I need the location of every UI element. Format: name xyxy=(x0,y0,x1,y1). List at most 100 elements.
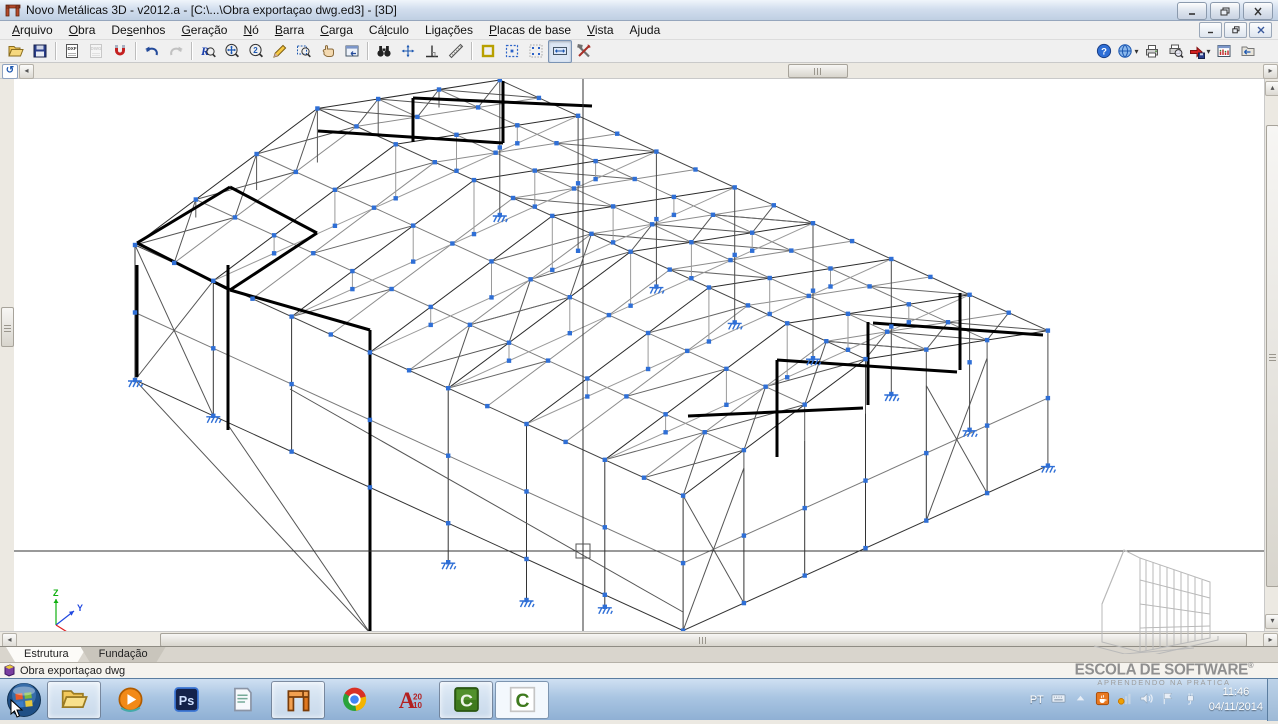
application-window: Novo Metálicas 3D - v2012.a - [C:\...\Ob… xyxy=(0,0,1278,720)
drawing-canvas[interactable]: Z Y X xyxy=(14,79,1264,631)
export-dwg-icon xyxy=(1189,43,1205,59)
tray-arrow-icon[interactable] xyxy=(1073,691,1088,709)
open-file-button[interactable] xyxy=(4,40,28,63)
magnet-icon xyxy=(112,43,128,59)
menu-carga[interactable]: Carga xyxy=(312,21,361,39)
start-button[interactable] xyxy=(6,682,42,718)
mark-zoom-button[interactable] xyxy=(268,40,292,63)
volume-icon[interactable] xyxy=(1139,691,1154,709)
menu-desenhos[interactable]: Desenhos xyxy=(103,21,173,39)
metalicas-3d-icon xyxy=(285,686,312,713)
taskbar-chrome-button[interactable] xyxy=(327,681,381,719)
media-player-icon xyxy=(117,686,144,713)
online-services-button[interactable]: ▾ xyxy=(1116,40,1140,63)
bottom-scroll-thumb[interactable] xyxy=(160,633,1247,647)
move-node-button[interactable] xyxy=(396,40,420,63)
move-node-icon xyxy=(400,43,416,59)
menu-ajuda[interactable]: Ajuda xyxy=(622,21,669,39)
menu-cálculo[interactable]: Cálculo xyxy=(361,21,417,39)
menu-obra[interactable]: Obra xyxy=(61,21,104,39)
object-snap-magnet-button[interactable] xyxy=(108,40,132,63)
close-view-button[interactable] xyxy=(1236,40,1260,63)
menu-nó[interactable]: Nó xyxy=(235,21,266,39)
zoom-ext-icon xyxy=(224,43,240,59)
taskbar-explorer-button[interactable] xyxy=(47,681,101,719)
selection-button[interactable] xyxy=(500,40,524,63)
java-icon[interactable] xyxy=(1095,691,1110,709)
language-indicator[interactable]: PT xyxy=(1030,694,1044,706)
ortho-mode-button[interactable] xyxy=(476,40,500,63)
export-drawing-button[interactable]: ▾ xyxy=(1188,40,1212,63)
drawing-window-button[interactable] xyxy=(1212,40,1236,63)
dimensions-button[interactable] xyxy=(548,40,572,63)
zoom-x2-button[interactable]: 2 xyxy=(244,40,268,63)
taskbar-photoshop-button[interactable]: Ps xyxy=(159,681,213,719)
minimize-button[interactable] xyxy=(1177,2,1207,20)
mdi-minimize-button[interactable] xyxy=(1199,22,1222,38)
measure-button[interactable] xyxy=(444,40,468,63)
keyboard-icon[interactable] xyxy=(1051,691,1066,709)
taskbar-media-player-button[interactable] xyxy=(103,681,157,719)
taskbar-autocad-button[interactable]: A2010 xyxy=(383,681,437,719)
tab-estrutura[interactable]: Estrutura xyxy=(6,647,87,662)
help-button[interactable]: ? xyxy=(1092,40,1116,63)
toolbar: DXFDWG R 2? ▾ ▾ xyxy=(0,40,1278,63)
undo-button[interactable] xyxy=(140,40,164,63)
redo-button[interactable] xyxy=(164,40,188,63)
previous-view-button[interactable] xyxy=(340,40,364,63)
binoculars-icon xyxy=(376,43,392,59)
tab-fundação[interactable]: Fundação xyxy=(81,647,166,662)
title-bar: Novo Metálicas 3D - v2012.a - [C:\...\Ob… xyxy=(0,0,1278,21)
close-button[interactable] xyxy=(1243,2,1273,20)
menu-placas-de-base[interactable]: Placas de base xyxy=(481,21,579,39)
menu-ligações[interactable]: Ligações xyxy=(417,21,481,39)
menu-barra[interactable]: Barra xyxy=(267,21,312,39)
save-button[interactable] xyxy=(28,40,52,63)
print-preview-button[interactable] xyxy=(1164,40,1188,63)
search-button[interactable] xyxy=(372,40,396,63)
show-desktop-button[interactable] xyxy=(1267,679,1278,721)
rotate-view-button[interactable]: ↺ xyxy=(2,64,18,79)
power-icon[interactable] xyxy=(1183,691,1198,709)
restore-button[interactable] xyxy=(1210,2,1240,20)
scroll-up-icon[interactable]: ▴ xyxy=(1265,81,1278,96)
sel-dotted-icon xyxy=(504,43,520,59)
toolbar-separator xyxy=(55,42,57,60)
left-scroll-thumb[interactable] xyxy=(1,307,14,347)
bottom-scrollbar: ◂ ▸ xyxy=(0,631,1278,647)
top-scroll-thumb[interactable] xyxy=(788,64,848,78)
zoom-window-button[interactable] xyxy=(292,40,316,63)
redraw-button[interactable]: R xyxy=(196,40,220,63)
zoom-extents-button[interactable] xyxy=(220,40,244,63)
flag-icon[interactable] xyxy=(1161,691,1176,709)
prev-view-icon xyxy=(344,43,360,59)
taskbar-camtasia-button[interactable]: C xyxy=(439,681,493,719)
import-dxf-button[interactable]: DXF xyxy=(60,40,84,63)
grid-button[interactable] xyxy=(524,40,548,63)
right-scroll-thumb[interactable] xyxy=(1266,125,1278,587)
mdi-restore-button[interactable] xyxy=(1224,22,1247,38)
scroll-right-icon[interactable]: ▸ xyxy=(1263,64,1278,79)
view-tabs: EstruturaFundação xyxy=(0,646,1278,662)
menu-arquivo[interactable]: Arquivo xyxy=(4,21,61,39)
pan-button[interactable] xyxy=(316,40,340,63)
scroll-left-icon[interactable]: ◂ xyxy=(19,64,34,79)
export-dxf-button[interactable]: DWG xyxy=(84,40,108,63)
taskbar-clock[interactable]: 11:46 04/11/2014 xyxy=(1209,685,1263,714)
svg-text:Ps: Ps xyxy=(178,694,193,708)
menu-geração[interactable]: Geração xyxy=(173,21,235,39)
status-text: Obra exportaçao dwg xyxy=(20,665,125,677)
dropdown-arrow-icon[interactable]: ▾ xyxy=(1206,47,1210,56)
mdi-close-button[interactable] xyxy=(1249,22,1272,38)
orthogonal-button[interactable] xyxy=(420,40,444,63)
taskbar-camtasia-recorder-button[interactable]: C xyxy=(495,681,549,719)
pencil-icon xyxy=(272,43,288,59)
network-icon[interactable] xyxy=(1117,691,1132,709)
taskbar-metalicas-3d-button[interactable] xyxy=(271,681,325,719)
scroll-down-icon[interactable]: ▾ xyxy=(1265,614,1278,629)
menu-vista[interactable]: Vista xyxy=(579,21,621,39)
print-button[interactable] xyxy=(1140,40,1164,63)
taskbar-notepad-button[interactable] xyxy=(215,681,269,719)
dropdown-arrow-icon[interactable]: ▾ xyxy=(1134,47,1138,56)
tools-button[interactable] xyxy=(572,40,596,63)
